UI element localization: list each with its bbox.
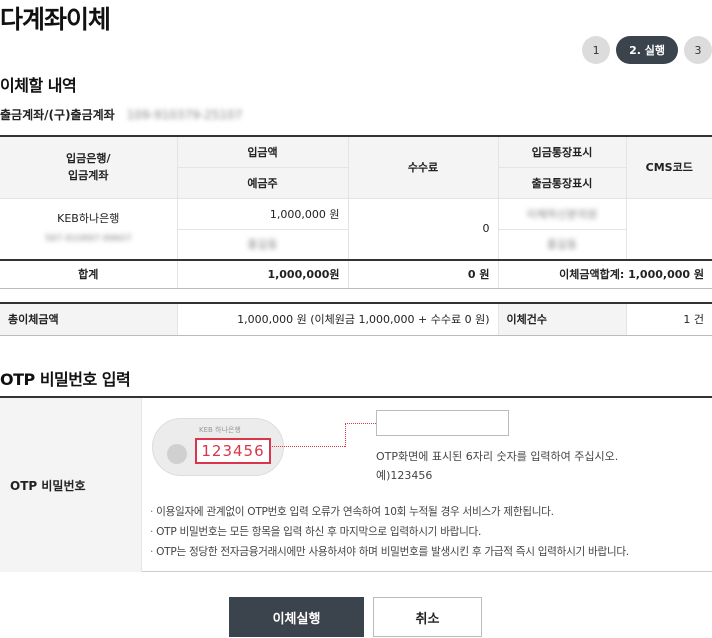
otp-pointer-line <box>269 446 345 447</box>
transfer-detail-table: 입금은행/ 입금계좌 입금액 수수료 입금통장표시 CMS코드 예금주 출금통장… <box>0 135 712 289</box>
withdraw-account-number: 109-910379-25107 <box>126 107 243 122</box>
list-item: OTP 비밀번호는 모든 항목을 입력 하신 후 마지막으로 입력하시기 바랍니… <box>150 522 629 542</box>
otp-label: OTP 비밀번호 <box>0 398 142 572</box>
header-recipient-display: 입금통장표시 <box>497 135 627 168</box>
total-label: 합계 <box>0 259 178 289</box>
header-amount: 입금액 <box>176 135 349 168</box>
summary-count-value: 1 건 <box>625 302 712 336</box>
otp-pointer-line <box>345 423 346 447</box>
otp-help-example: 예)123456 <box>376 469 433 482</box>
list-item: 이용일자에 관계없이 OTP번호 입력 오류가 연속하여 10회 누적될 경우 … <box>150 502 629 522</box>
otp-device-brand: KEB 하나은행 <box>199 426 241 434</box>
table-row: KEB하나은행 587-910897-99607 1,000,000 원 0 이… <box>0 197 712 261</box>
deposit-account-number: 587-910897-99607 <box>44 233 132 244</box>
cancel-button[interactable]: 취소 <box>373 597 482 637</box>
withdraw-account: 출금계좌/(구)출금계좌 109-910379-25107 <box>0 106 242 123</box>
header-sender-display: 출금통장표시 <box>497 166 626 199</box>
cms-value <box>625 197 712 261</box>
otp-help-line: OTP화면에 표시된 6자리 숫자를 입력하여 주십시오. <box>376 450 619 463</box>
sender-display-value: 홍길동 <box>497 228 626 261</box>
summary-count-label: 이체건수 <box>497 302 627 336</box>
page-title: 다계좌이체 <box>0 5 111 34</box>
header-cms: CMS코드 <box>625 135 712 199</box>
step-2-current: 2. 실행 <box>616 36 678 64</box>
step-indicator: 1 2. 실행 3 <box>582 36 712 64</box>
bank-name: KEB하나은행 <box>57 211 120 225</box>
otp-pointer-line <box>345 423 376 424</box>
summary-total-label: 총이체금액 <box>0 302 178 336</box>
list-item: OTP는 정당한 전자금융거래시에만 사용하셔야 하며 비밀번호를 발생시킨 후… <box>150 542 629 562</box>
bank-account-cell: KEB하나은행 587-910897-99607 <box>0 197 178 261</box>
transfer-section-title: 이체할 내역 <box>0 76 77 95</box>
total-sum: 이체금액합계: 1,000,000 원 <box>497 259 712 289</box>
total-row: 합계 1,000,000원 0 원 이체금액합계: 1,000,000 원 <box>0 259 712 289</box>
step-1: 1 <box>582 36 611 64</box>
depositor-value: 홍길동 <box>177 228 349 261</box>
execute-transfer-button[interactable]: 이체실행 <box>229 597 364 637</box>
header-bank-account: 입금은행/ 입금계좌 <box>0 135 178 199</box>
header-fee: 수수료 <box>347 135 499 199</box>
total-fee: 0 원 <box>347 259 499 289</box>
fee-value: 0 <box>347 197 499 261</box>
summary-table: 총이체금액 1,000,000 원 (이체원금 1,000,000 + 수수료 … <box>0 302 712 336</box>
otp-notes: 이용일자에 관계없이 OTP번호 입력 오류가 연속하여 10회 누적될 경우 … <box>150 502 629 562</box>
header-depositor: 예금주 <box>177 166 349 199</box>
otp-section-title: OTP 비밀번호 입력 <box>0 370 131 389</box>
recipient-display-value: 이체하신분의원 <box>497 197 627 230</box>
withdraw-account-label: 출금계좌/(구)출금계좌 <box>0 108 115 122</box>
summary-total-value: 1,000,000 원 (이체원금 1,000,000 + 수수료 0 원) <box>176 302 499 336</box>
otp-device-button-icon <box>167 444 187 464</box>
otp-device-code: 123456 <box>195 438 271 464</box>
otp-help-text: OTP화면에 표시된 6자리 숫자를 입력하여 주십시오. 예)123456 <box>376 447 618 485</box>
otp-device-illustration: KEB 하나은행 123456 <box>152 418 284 476</box>
total-amount: 1,000,000원 <box>176 259 349 289</box>
otp-password-input[interactable] <box>376 410 509 436</box>
amount-value: 1,000,000 원 <box>176 197 349 230</box>
step-3: 3 <box>684 36 712 64</box>
